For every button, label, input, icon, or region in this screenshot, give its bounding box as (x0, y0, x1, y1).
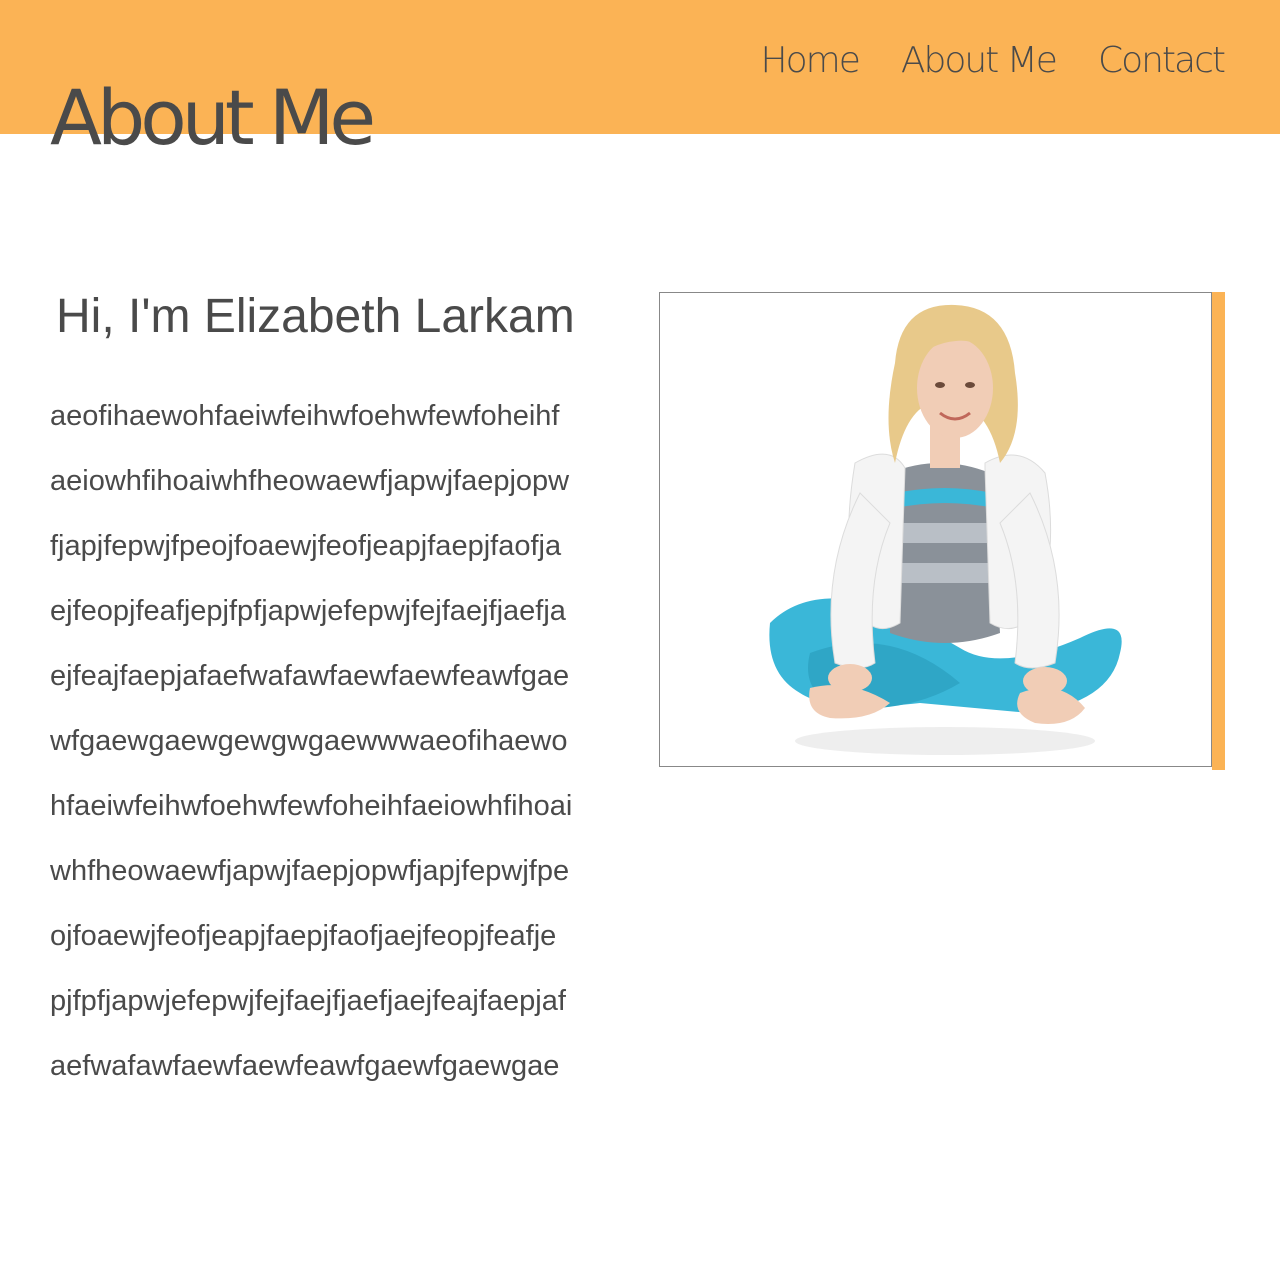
bio-line: aeofihaewohfaeiwfeihwfoehwfewfoheihf (50, 400, 560, 432)
profile-photo (659, 292, 1212, 767)
intro-heading: Hi, I'm Elizabeth Larkam (56, 290, 575, 343)
bio-line: whfheowaewfjapwjfaepjopwfjapjfepwjfpe (50, 855, 570, 887)
bio-line: aefwafawfaewfaewfeawfgaewfgaewgae (50, 1050, 560, 1082)
page-title: About Me (50, 73, 376, 162)
main-nav: Home About Me Contact (761, 40, 1226, 81)
bio-line: wfgaewgaewgewgwgaewwwaeofihaewo (50, 725, 568, 757)
bio-line: pjfpfjapwjefepwjfejfaejfjaefjaejfeajfaep… (50, 985, 566, 1017)
bio-line: fjapjfepwjfpeojfoaewjfeofjeapjfaepjfaofj… (50, 530, 562, 562)
nav-about-link[interactable]: About Me (901, 40, 1058, 81)
bio-line: ejfeajfaepjafaefwafawfaewfaewfeawfgae (50, 660, 570, 692)
bio-line: ojfoaewjfeofjeapjfaepjfaofjaejfeopjfeafj… (50, 920, 557, 952)
woman-seated-illustration (769, 304, 1122, 755)
bio-line: hfaeiwfeihwfoehwfewfoheihfaeiowhfihoai (50, 790, 573, 822)
photo-accent-bar (1212, 292, 1225, 770)
bio-line: aeiowhfihoaiwhfheowaewfjapwjfaepjopw (50, 465, 570, 497)
bio-text: aeofihaewohfaeiwfeihwfoehwfewfoheihf aei… (50, 390, 650, 1105)
profile-photo-container (659, 292, 1225, 770)
nav-home-link[interactable]: Home (761, 40, 861, 81)
bio-line: ejfeopjfeafjepjfpfjapwjefepwjfejfaejfjae… (50, 595, 566, 627)
nav-contact-link[interactable]: Contact (1098, 40, 1226, 81)
